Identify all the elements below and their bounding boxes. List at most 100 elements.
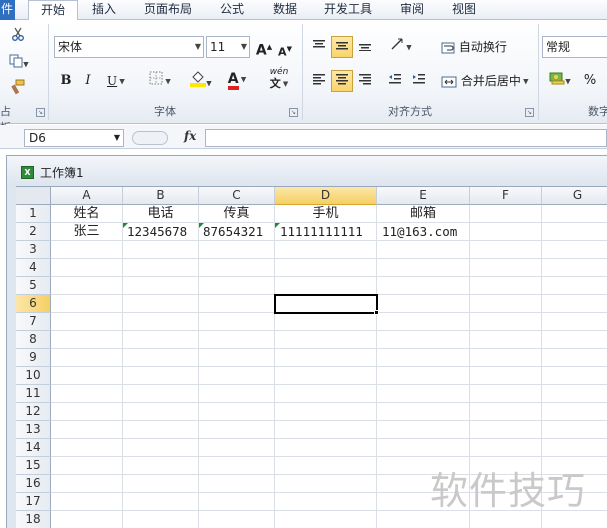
row-header-7[interactable]: 7 [16,313,51,331]
cell-c1[interactable]: 传真 [199,205,274,223]
currency-icon [549,72,565,85]
excel-icon: X [21,166,34,179]
error-indicator-icon [199,223,204,228]
increase-indent-button[interactable] [408,70,430,92]
row-header-14[interactable]: 14 [16,439,51,457]
borders-button[interactable]: ▼ [144,70,176,92]
row-header-2[interactable]: 2 [16,223,51,241]
cell-e1[interactable]: 邮箱 [377,205,469,223]
decrease-indent-button[interactable] [384,70,406,92]
clipboard-launcher-icon[interactable]: ↘ [36,108,45,117]
active-cell-d6[interactable] [274,294,378,314]
tab-data[interactable]: 数据 [262,0,308,20]
row-header-3[interactable]: 3 [16,241,51,259]
formula-splitter[interactable] [132,131,168,145]
font-name-combo[interactable]: 宋体 ▼ [54,36,204,58]
row-header-11[interactable]: 11 [16,385,51,403]
gridline [51,384,607,385]
name-box[interactable]: D6 ▼ [24,129,124,147]
cell-d2[interactable]: 11111111111 [275,223,376,241]
format-painter-icon[interactable] [6,78,30,100]
tab-formulas[interactable]: 公式 [208,0,256,20]
wrap-text-button[interactable]: 自动换行 [438,36,514,58]
alignment-launcher-icon[interactable]: ↘ [525,108,534,117]
cell-a2[interactable]: 张三 [51,223,122,241]
shrink-font-icon: A [278,45,287,59]
column-header-c[interactable]: C [199,187,275,205]
phonetic-button[interactable]: wén 文 ▼ [262,66,296,89]
column-header-d[interactable]: D [275,187,377,205]
gridline [51,420,607,421]
row-header-5[interactable]: 5 [16,277,51,295]
tab-review[interactable]: 审阅 [388,0,436,20]
align-center-button[interactable] [331,70,353,92]
cell-d1[interactable]: 手机 [275,205,376,223]
tab-file[interactable]: 件 [0,0,15,20]
number-format-combo[interactable]: 常规 [542,36,607,58]
row-header-13[interactable]: 13 [16,421,51,439]
fill-bucket-icon [190,71,207,87]
ribbon: ▼ 占板 ↘ 宋体 ▼ 11 ▼ A▲ A▼ B I U ▼ ▼ ▼ A ▼ w… [0,20,607,134]
font-color-button[interactable]: A ▼ [222,68,252,90]
cell-c2[interactable]: 87654321 [199,223,274,241]
cell-b1[interactable]: 电话 [123,205,198,223]
align-right-button[interactable] [354,70,376,92]
cut-icon[interactable] [6,26,30,48]
font-name-value: 宋体 [58,40,83,54]
insert-function-button[interactable]: fx [184,129,196,143]
align-bottom-button[interactable] [354,36,376,58]
fill-handle[interactable] [374,310,379,315]
formula-input[interactable] [205,129,607,147]
column-header-g[interactable]: G [542,187,607,205]
row-header-6[interactable]: 6 [16,295,51,313]
name-box-value: D6 [29,131,46,145]
row-header-4[interactable]: 4 [16,259,51,277]
row-header-1[interactable]: 1 [16,205,51,223]
chevron-down-icon: ▼ [113,133,120,142]
align-top-button[interactable] [308,36,330,58]
column-header-f[interactable]: F [470,187,542,205]
row-header-12[interactable]: 12 [16,403,51,421]
decrease-indent-icon [389,74,401,84]
merge-center-button[interactable]: 合并后居中 ▼ [438,70,534,92]
row-header-15[interactable]: 15 [16,457,51,475]
row-header-8[interactable]: 8 [16,331,51,349]
fill-color-button[interactable]: ▼ [186,68,216,90]
italic-button[interactable]: I [78,70,98,92]
orientation-button[interactable]: ▼ [384,36,418,58]
tab-page-layout[interactable]: 页面布局 [134,0,202,20]
accounting-format-button[interactable]: ▼ [544,70,576,92]
cell-a1[interactable]: 姓名 [51,205,122,223]
align-middle-button[interactable] [331,36,353,58]
underline-button[interactable]: U ▼ [100,70,134,92]
tab-developer[interactable]: 开发工具 [314,0,382,20]
row-header-17[interactable]: 17 [16,493,51,511]
gridline [51,330,607,331]
font-size-combo[interactable]: 11 ▼ [206,36,250,58]
cell-c2-value: 87654321 [203,224,264,239]
row-header-16[interactable]: 16 [16,475,51,493]
cell-b2[interactable]: 12345678 [123,223,198,241]
column-header-b[interactable]: B [123,187,199,205]
align-left-button[interactable] [308,70,330,92]
tab-home[interactable]: 开始 [28,0,78,21]
bold-button[interactable]: B [56,70,76,92]
group-separator [48,24,49,120]
cell-e2[interactable]: 11@163.com [377,223,469,241]
gridline [51,402,607,403]
select-all-corner[interactable] [16,187,51,205]
tab-view[interactable]: 视图 [440,0,488,20]
tab-insert[interactable]: 插入 [80,0,128,20]
row-header-10[interactable]: 10 [16,367,51,385]
percent-button[interactable]: % [580,70,600,92]
grow-font-button[interactable]: A▲ [254,36,274,59]
row-header-18[interactable]: 18 [16,511,51,528]
column-header-a[interactable]: A [51,187,123,205]
copy-icon[interactable]: ▼ [4,53,34,75]
row-header-9[interactable]: 9 [16,349,51,367]
column-header-e[interactable]: E [377,187,470,205]
font-launcher-icon[interactable]: ↘ [289,108,298,117]
grow-font-icon: A [255,42,267,59]
shrink-font-button[interactable]: A▼ [276,38,294,60]
align-top-icon [313,40,325,48]
